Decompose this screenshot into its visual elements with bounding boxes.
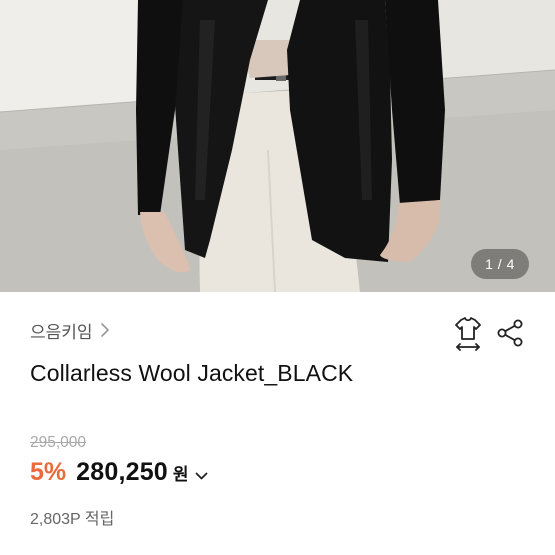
share-icon[interactable] xyxy=(494,317,526,349)
image-page-counter: 1 / 4 xyxy=(471,249,529,279)
brand-name: 으음키임 xyxy=(30,322,93,342)
original-price: 295,000 xyxy=(30,434,87,451)
brand-link[interactable]: 으음키임 xyxy=(30,317,110,343)
chevron-right-icon xyxy=(100,323,109,337)
price-row: 5% 280,250 원 xyxy=(30,458,208,494)
chevron-down-icon[interactable] xyxy=(195,471,208,481)
tshirt-size-icon[interactable] xyxy=(448,314,488,354)
discount-rate: 5% xyxy=(30,458,67,486)
reward-points: 2,803P 적립 xyxy=(30,511,115,528)
product-image[interactable]: 1 / 4 xyxy=(0,0,555,292)
currency-label: 원 xyxy=(172,465,189,484)
product-photo xyxy=(0,0,555,292)
product-title: Collarless Wool Jacket_BLACK xyxy=(30,360,354,386)
sale-price: 280,250 xyxy=(76,458,168,486)
